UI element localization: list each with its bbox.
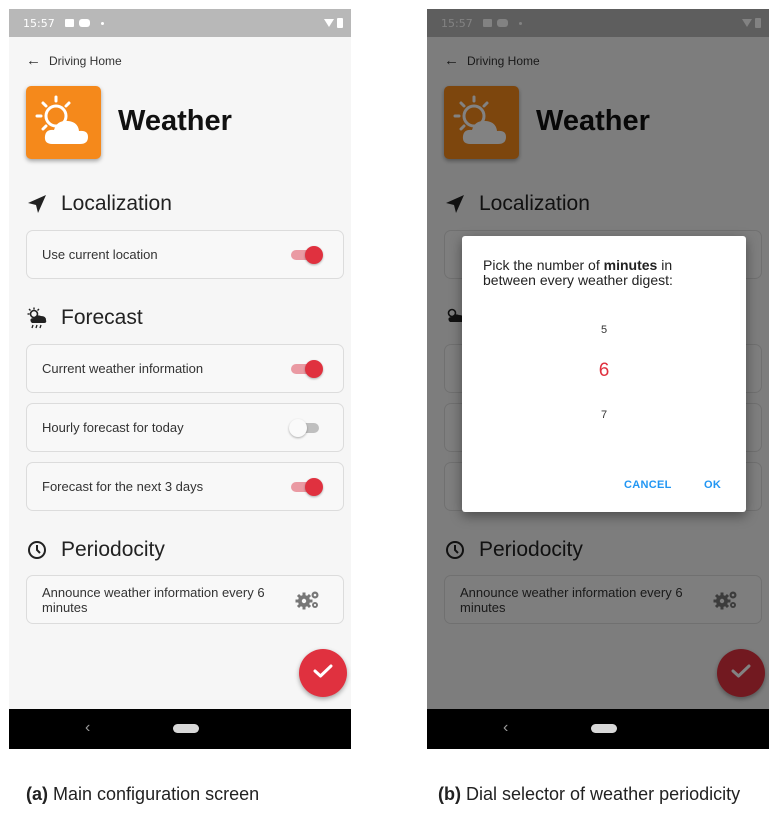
photo-notification-icon [64, 19, 74, 27]
dial-value-selected[interactable]: 6 [462, 360, 746, 382]
more-notifications-icon [100, 21, 104, 25]
gears-icon[interactable] [295, 589, 321, 611]
dial-value[interactable]: 5 [462, 324, 746, 336]
navigation-arrow-icon [26, 193, 48, 215]
current-weather-toggle[interactable] [291, 359, 323, 378]
setting-current-weather[interactable]: Current weather information [26, 344, 344, 393]
section-title: Periodocity [61, 538, 165, 561]
system-navigation-bar: ‹ [427, 709, 769, 749]
ok-button[interactable]: OK [704, 479, 721, 491]
section-title: Localization [61, 192, 172, 215]
setting-label: Forecast for the next 3 days [42, 479, 204, 494]
caption-text: Dial selector of weather periodicity [466, 784, 741, 804]
wifi-icon [324, 19, 334, 27]
three-day-forecast-toggle[interactable] [291, 477, 323, 496]
setting-announce-interval[interactable]: Announce weather information every 6 min… [26, 575, 344, 624]
section-localization: Localization [26, 192, 172, 216]
back-label: Driving Home [49, 53, 122, 68]
section-forecast: Forecast [26, 306, 143, 330]
check-icon [313, 663, 333, 684]
setting-label: Current weather information [42, 361, 204, 376]
caption-a: (a) Main configuration screen [26, 783, 259, 806]
use-location-toggle[interactable] [291, 245, 323, 264]
back-arrow-icon[interactable]: ← [26, 53, 41, 68]
section-periodicity: Periodocity [26, 538, 165, 562]
setting-label: Use current location [42, 247, 158, 262]
setting-hourly-forecast[interactable]: Hourly forecast for today [26, 403, 344, 452]
video-notification-icon [78, 19, 90, 27]
status-bar: 15:57 [9, 9, 351, 37]
confirm-button[interactable] [299, 649, 347, 697]
page-title: Weather [118, 105, 232, 137]
nav-back-button[interactable]: ‹ [503, 720, 508, 736]
minutes-picker-dialog: Pick the number of minutes in between ev… [462, 236, 746, 512]
setting-three-day-forecast[interactable]: Forecast for the next 3 days [26, 462, 344, 511]
nav-home-button[interactable] [591, 724, 617, 733]
hourly-forecast-toggle[interactable] [289, 418, 321, 437]
screen-dial-selector: 15:57 ← Driving Home Weather Localizatio… [427, 9, 769, 749]
caption-text: Main configuration screen [53, 784, 260, 804]
dial-value[interactable]: 7 [462, 409, 746, 421]
caption-tag: (a) [26, 784, 48, 804]
status-time: 15:57 [23, 16, 55, 30]
nav-home-button[interactable] [173, 724, 199, 733]
system-navigation-bar: ‹ [9, 709, 351, 749]
clock-icon [26, 539, 48, 561]
setting-label: Announce weather information every 6 min… [42, 584, 265, 615]
weather-app-icon [26, 86, 101, 159]
nav-back-button[interactable]: ‹ [85, 720, 90, 736]
cancel-button[interactable]: CANCEL [624, 479, 672, 491]
battery-icon [337, 18, 343, 28]
caption-tag: (b) [438, 784, 461, 804]
dialog-message-bold: minutes [603, 257, 658, 273]
setting-use-location[interactable]: Use current location [26, 230, 344, 279]
caption-b: (b) Dial selector of weather periodicity [438, 783, 758, 806]
setting-label: Hourly forecast for today [42, 420, 184, 435]
screen-main-configuration: 15:57 ← Driving Home Weather Localizatio… [9, 9, 351, 749]
weather-forecast-icon [26, 307, 48, 329]
section-title: Forecast [61, 306, 143, 329]
dialog-message: Pick the number of minutes in between ev… [483, 257, 673, 288]
back-link[interactable]: ← Driving Home [26, 53, 122, 68]
